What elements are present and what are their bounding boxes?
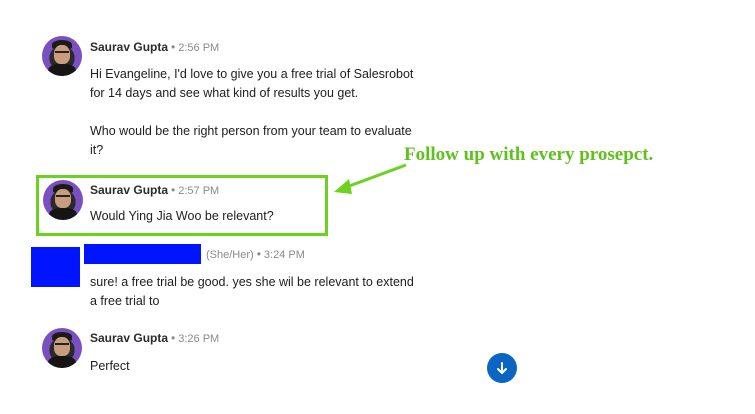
avatar[interactable]	[43, 180, 83, 220]
pronouns: (She/Her)	[206, 249, 254, 261]
message-header: Saurav Gupta • 2:57 PM	[90, 183, 219, 197]
message-line: it?	[90, 143, 104, 157]
timestamp: 2:56 PM	[178, 42, 220, 54]
message-header: Saurav Gupta • 3:26 PM	[90, 331, 219, 345]
message-line: a free trial to	[90, 294, 160, 308]
message-header: (She/Her) • 3:24 PM	[206, 247, 305, 261]
message-line: for 14 days and see what kind of results…	[90, 86, 359, 100]
annotation-callout: Follow up with every prosepct.	[404, 144, 654, 165]
redacted-sender-name	[84, 244, 201, 264]
message-line: Perfect	[90, 359, 130, 373]
separator-dot: •	[171, 183, 176, 197]
redacted-avatar	[31, 247, 80, 287]
separator-dot: •	[256, 247, 261, 261]
timestamp: 2:57 PM	[178, 185, 220, 197]
message-line: Who would be the right person from your …	[90, 124, 412, 138]
timestamp: 3:24 PM	[263, 249, 305, 261]
separator-dot: •	[171, 40, 176, 54]
avatar[interactable]	[42, 36, 82, 76]
separator-dot: •	[171, 331, 176, 345]
timestamp: 3:26 PM	[178, 333, 220, 345]
message-line: Hi Evangeline, I'd love to give you a fr…	[90, 67, 414, 81]
avatar[interactable]	[42, 328, 82, 368]
message-body: sure! a free trial be good. yes she wil …	[90, 273, 414, 311]
message-line: sure! a free trial be good. yes she wil …	[90, 275, 414, 289]
message-header: Saurav Gupta • 2:56 PM	[90, 40, 219, 54]
message-body: Hi Evangeline, I'd love to give you a fr…	[90, 65, 413, 160]
message-line: Would Ying Jia Woo be relevant?	[90, 209, 274, 223]
message-body: Would Ying Jia Woo be relevant?	[90, 207, 274, 226]
sender-name[interactable]: Saurav Gupta	[90, 331, 168, 345]
arrow-down-icon	[497, 362, 507, 374]
message-body: Perfect	[90, 357, 130, 376]
sender-name[interactable]: Saurav Gupta	[90, 183, 168, 197]
message-line	[90, 103, 413, 122]
sender-name[interactable]: Saurav Gupta	[90, 40, 168, 54]
scroll-to-bottom-button[interactable]	[487, 353, 517, 383]
annotation-arrow	[334, 163, 407, 194]
